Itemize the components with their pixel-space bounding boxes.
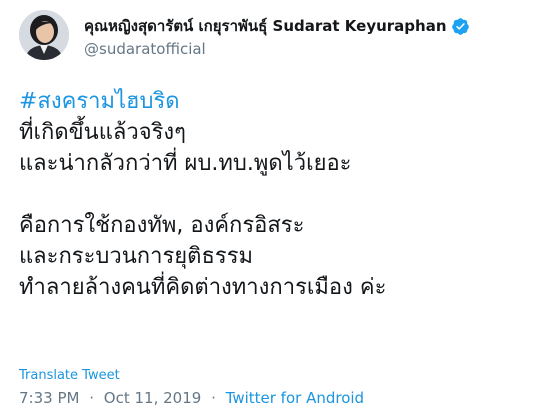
- meta-separator: ·: [211, 389, 216, 407]
- tweet-line: คือการใช้กองทัพ, องค์กรอิสระ: [19, 213, 305, 238]
- tweet-date[interactable]: Oct 11, 2019: [104, 389, 202, 407]
- author-display-name[interactable]: คุณหญิงสุดารัตน์ เกยุราพันธุ์ Sudarat Ke…: [84, 14, 447, 38]
- avatar[interactable]: [19, 10, 69, 60]
- tweet-card: คุณหญิงสุดารัตน์ เกยุราพันธุ์ Sudarat Ke…: [0, 0, 542, 418]
- tweet-source-link[interactable]: Twitter for Android: [226, 389, 364, 407]
- translate-tweet-link[interactable]: Translate Tweet: [19, 368, 120, 383]
- tweet-time[interactable]: 7:33 PM: [19, 389, 79, 407]
- tweet-text: #สงครามไฮบริด ที่เกิดขึ้นแล้วจริงๆ และน่…: [19, 86, 534, 303]
- tweet-line: ทำลายล้างคนที่คิดต่างทางการเมือง ค่ะ: [19, 275, 387, 300]
- hashtag-link[interactable]: #สงครามไฮบริด: [19, 86, 534, 117]
- tweet-line: ที่เกิดขึ้นแล้วจริงๆ: [19, 120, 186, 145]
- tweet-line: และกระบวนการยุติธรรม: [19, 244, 254, 269]
- avatar-photo: [19, 10, 69, 60]
- verified-badge-icon: [451, 17, 470, 36]
- meta-separator: ·: [89, 389, 95, 407]
- tweet-line: และน่ากลัวกว่าที่ ผบ.ทบ.พูดไว้เยอะ: [19, 151, 352, 176]
- tweet-metadata: 7:33 PM · Oct 11, 2019 · Twitter for And…: [19, 389, 364, 407]
- author-name-row[interactable]: คุณหญิงสุดารัตน์ เกยุราพันธุ์ Sudarat Ke…: [84, 14, 470, 38]
- author-handle[interactable]: @sudaratofficial: [84, 40, 206, 58]
